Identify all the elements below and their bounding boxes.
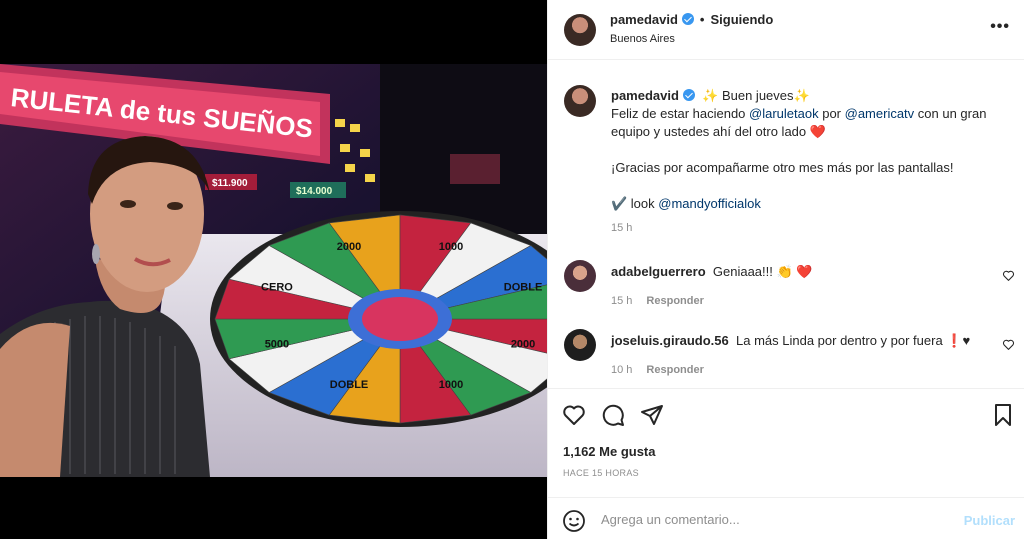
commenter-avatar[interactable] [564, 260, 596, 292]
author-avatar[interactable] [564, 14, 596, 46]
heart-emoji: ❤️ [809, 124, 826, 139]
following-button[interactable]: Siguiendo [710, 12, 773, 27]
reply-button[interactable]: Responder [646, 295, 703, 307]
caption-line-4: ✔️ look [611, 196, 659, 211]
comment-text: La más Linda por dentro y por fuera ❗♥ [736, 333, 971, 348]
post-location[interactable]: Buenos Aires [610, 33, 675, 45]
caption-avatar[interactable] [564, 85, 596, 117]
wheel-value-label: 1000 [439, 379, 463, 391]
mention-americatv[interactable]: @americatv [845, 106, 915, 121]
caption-username[interactable]: pamedavid [611, 88, 679, 103]
post-side-panel: pamedavid • Siguiendo Buenos Aires ••• pam… [547, 0, 1024, 539]
verified-badge-icon [681, 13, 694, 25]
wheel-value-label: CERO [261, 281, 293, 293]
comment-row: adabelguerrero Geniaaa!!! 👏 ❤️ 15 h Respo… [548, 260, 1024, 320]
comment-input[interactable] [601, 506, 941, 532]
wheel-value-label: 1000 [439, 241, 463, 253]
mention-laruletaok[interactable]: @laruletaok [749, 106, 819, 121]
caption-line-2b: por [818, 106, 845, 121]
post-actions: 1,162 Me gusta HACE 15 HORAS [548, 388, 1024, 498]
post-age[interactable]: HACE 15 HORAS [563, 468, 639, 478]
comment-row: joseluis.giraudo.56 La más Linda por den… [548, 329, 1024, 389]
caption-timestamp[interactable]: 15 h [611, 222, 632, 234]
reply-button[interactable]: Responder [646, 364, 703, 376]
post-photo[interactable]: RULETA de tus SUEÑOS $11.900 $14.000 200 [0, 64, 547, 477]
like-comment-icon[interactable] [1002, 338, 1015, 351]
caption-text: pamedavid ✨ Buen jueves✨ Feliz de estar … [611, 87, 1011, 213]
post-media[interactable]: RULETA de tus SUEÑOS $11.900 $14.000 200 [0, 0, 547, 539]
wheel-value-label: 5000 [265, 339, 289, 351]
commenter-avatar[interactable] [564, 329, 596, 361]
comment-timestamp[interactable]: 10 h [611, 364, 632, 376]
add-comment-bar: Publicar [548, 497, 1024, 539]
like-count[interactable]: 1,162 Me gusta [563, 444, 656, 459]
wheel-value-label: 2000 [337, 241, 361, 253]
price-board-2: $14.000 [296, 186, 333, 197]
like-heart-icon[interactable] [562, 403, 586, 427]
separator-dot: • [699, 12, 705, 27]
author-username[interactable]: pamedavid [610, 12, 678, 27]
caption-line-1: ✨ Buen jueves✨ [702, 88, 810, 103]
comments-section[interactable]: pamedavid ✨ Buen jueves✨ Feliz de estar … [548, 61, 1024, 387]
comment-icon[interactable] [601, 403, 625, 427]
publish-button[interactable]: Publicar [964, 513, 1015, 528]
comment-timestamp[interactable]: 15 h [611, 295, 632, 307]
verified-badge-icon [682, 89, 695, 101]
wheel-value-label: 2000 [511, 339, 535, 351]
share-icon[interactable] [640, 403, 664, 427]
comment-text: Geniaaa!!! 👏 ❤️ [712, 264, 813, 279]
price-board-1: $11.900 [212, 178, 248, 189]
mention-mandyofficialok[interactable]: @mandyofficialok [658, 196, 761, 211]
post-header: pamedavid • Siguiendo Buenos Aires ••• [548, 0, 1024, 60]
emoji-icon[interactable] [562, 509, 586, 533]
caption-line-2a: Feliz de estar haciendo [611, 106, 750, 121]
like-comment-icon[interactable] [1002, 269, 1015, 282]
wheel-value-label: DOBLE [504, 281, 543, 293]
comment-username[interactable]: joseluis.giraudo.56 [611, 333, 729, 348]
caption-line-3: ¡Gracias por acompañarme otro mes más po… [611, 160, 954, 175]
comment-username[interactable]: adabelguerrero [611, 264, 706, 279]
wheel-value-label: DOBLE [330, 379, 369, 391]
more-options-icon[interactable]: ••• [990, 18, 1010, 36]
save-bookmark-icon[interactable] [991, 403, 1015, 427]
